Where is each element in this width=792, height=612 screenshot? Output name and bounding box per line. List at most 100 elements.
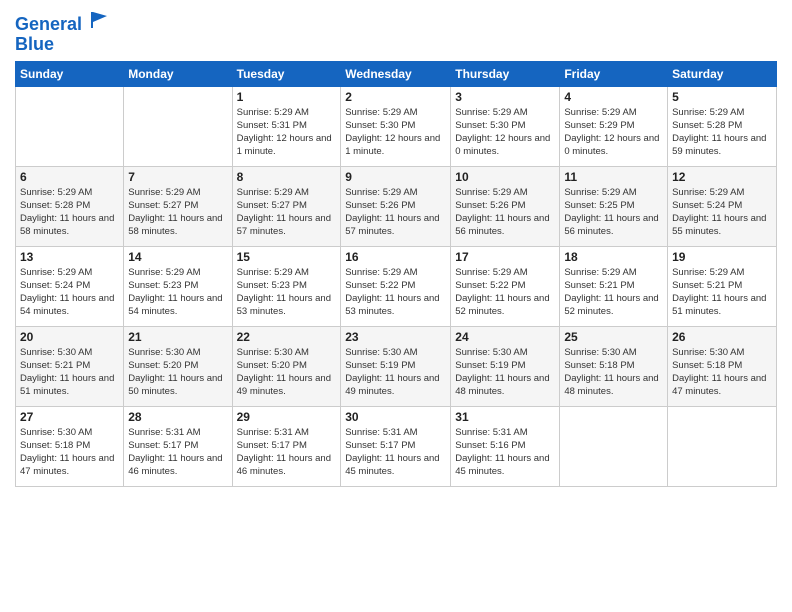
calendar-cell (124, 86, 232, 166)
day-info-line: Daylight: 12 hours and 0 minutes. (564, 132, 663, 159)
day-info-line: Daylight: 11 hours and 51 minutes. (20, 372, 119, 399)
day-info-line: Sunset: 5:24 PM (20, 279, 119, 292)
day-info-line: Daylight: 11 hours and 56 minutes. (455, 212, 555, 239)
calendar-table: SundayMondayTuesdayWednesdayThursdayFrid… (15, 61, 777, 487)
calendar-cell: 17Sunrise: 5:29 AMSunset: 5:22 PMDayligh… (451, 246, 560, 326)
day-info-line: Sunset: 5:20 PM (128, 359, 227, 372)
day-number: 9 (345, 170, 446, 184)
day-info-line: Sunset: 5:19 PM (455, 359, 555, 372)
calendar-header-friday: Friday (560, 61, 668, 86)
day-info-line: Sunrise: 5:29 AM (345, 106, 446, 119)
day-info-line: Sunset: 5:23 PM (237, 279, 337, 292)
calendar-cell: 24Sunrise: 5:30 AMSunset: 5:19 PMDayligh… (451, 326, 560, 406)
calendar-cell: 13Sunrise: 5:29 AMSunset: 5:24 PMDayligh… (16, 246, 124, 326)
calendar-week-row: 1 Sunrise: 5:29 AM Sunset: 5:31 PM Daylight… (16, 86, 777, 166)
day-info-line: Sunrise: 5:29 AM (345, 266, 446, 279)
day-number: 21 (128, 330, 227, 344)
day-info-line: Sunrise: 5:31 AM (345, 426, 446, 439)
logo-flag-icon (89, 10, 111, 30)
calendar-cell: 6Sunrise: 5:29 AMSunset: 5:28 PMDaylight… (16, 166, 124, 246)
day-info-line: Sunset: 5:27 PM (237, 199, 337, 212)
day-info-line: Sunset: 5:16 PM (455, 439, 555, 452)
calendar-header-monday: Monday (124, 61, 232, 86)
day-info-line: Sunset: 5:23 PM (128, 279, 227, 292)
page: General Blue SundayMondayTuesdayWednesda… (0, 0, 792, 612)
day-number: 7 (128, 170, 227, 184)
day-info-line: Sunset: 5:17 PM (345, 439, 446, 452)
day-info-line: Sunrise: 5:29 AM (20, 186, 119, 199)
calendar-cell: 12Sunrise: 5:29 AMSunset: 5:24 PMDayligh… (668, 166, 777, 246)
day-info-line: Sunset: 5:18 PM (564, 359, 663, 372)
calendar-cell: 4Sunrise: 5:29 AMSunset: 5:29 PMDaylight… (560, 86, 668, 166)
calendar-cell: 21Sunrise: 5:30 AMSunset: 5:20 PMDayligh… (124, 326, 232, 406)
day-info-line: Sunset: 5:24 PM (672, 199, 772, 212)
calendar-cell: 20Sunrise: 5:30 AMSunset: 5:21 PMDayligh… (16, 326, 124, 406)
day-info-line: Sunset: 5:22 PM (455, 279, 555, 292)
day-info-line: Sunset: 5:17 PM (128, 439, 227, 452)
calendar-cell: 30 Sunrise: 5:31 AMSunset: 5:17 PMDayligh… (341, 406, 451, 486)
calendar-header-sunday: Sunday (16, 61, 124, 86)
calendar-cell (16, 86, 124, 166)
day-number: 30 (345, 410, 446, 424)
day-info-line: Sunset: 5:20 PM (237, 359, 337, 372)
day-info-line: Sunrise: 5:29 AM (455, 106, 555, 119)
day-number: 10 (455, 170, 555, 184)
day-info-line: Sunset: 5:29 PM (564, 119, 663, 132)
logo-text: General (15, 10, 111, 35)
day-info-line: Sunrise: 5:31 AM (455, 426, 555, 439)
day-info-line: Sunrise: 5:30 AM (237, 346, 337, 359)
day-number: 11 (564, 170, 663, 184)
day-info-line: Sunset: 5:17 PM (237, 439, 337, 452)
day-info-line: Daylight: 11 hours and 45 minutes. (345, 452, 446, 479)
day-number: 17 (455, 250, 555, 264)
day-info-line: Sunrise: 5:29 AM (455, 186, 555, 199)
day-info-line: Sunset: 5:26 PM (455, 199, 555, 212)
calendar-week-row: 6Sunrise: 5:29 AMSunset: 5:28 PMDaylight… (16, 166, 777, 246)
day-info-line: Daylight: 11 hours and 47 minutes. (20, 452, 119, 479)
day-number: 25 (564, 330, 663, 344)
day-info-line: Sunrise: 5:29 AM (564, 106, 663, 119)
day-info-line: Daylight: 11 hours and 49 minutes. (345, 372, 446, 399)
calendar-cell: 22Sunrise: 5:30 AMSunset: 5:20 PMDayligh… (232, 326, 341, 406)
day-info-line: Sunrise: 5:29 AM (672, 106, 772, 119)
logo: General Blue (15, 10, 111, 55)
day-info-line: Sunrise: 5:31 AM (237, 426, 337, 439)
day-info-line: Sunset: 5:18 PM (672, 359, 772, 372)
day-info-line: Daylight: 12 hours and 1 minute. (345, 132, 446, 159)
day-number: 15 (237, 250, 337, 264)
day-info-line: Sunrise: 5:30 AM (20, 346, 119, 359)
day-info-line: Sunset: 5:18 PM (20, 439, 119, 452)
day-number: 1 (237, 90, 337, 104)
calendar-header-row: SundayMondayTuesdayWednesdayThursdayFrid… (16, 61, 777, 86)
day-info-line: Daylight: 11 hours and 46 minutes. (128, 452, 227, 479)
day-number: 14 (128, 250, 227, 264)
day-number: 16 (345, 250, 446, 264)
calendar-cell: 11Sunrise: 5:29 AMSunset: 5:25 PMDayligh… (560, 166, 668, 246)
day-info-line: Daylight: 11 hours and 58 minutes. (128, 212, 227, 239)
day-info-line: Sunrise: 5:30 AM (20, 426, 119, 439)
day-info-line: Sunset: 5:26 PM (345, 199, 446, 212)
logo-blue: Blue (15, 35, 111, 55)
day-info-line: Sunset: 5:31 PM (237, 119, 337, 132)
day-info-line: Sunset: 5:21 PM (20, 359, 119, 372)
calendar-cell (560, 406, 668, 486)
calendar-cell: 23Sunrise: 5:30 AMSunset: 5:19 PMDayligh… (341, 326, 451, 406)
day-info-line: Sunset: 5:21 PM (564, 279, 663, 292)
day-info-line: Sunset: 5:22 PM (345, 279, 446, 292)
calendar-cell: 27Sunrise: 5:30 AMSunset: 5:18 PMDayligh… (16, 406, 124, 486)
calendar-cell: 10 Sunrise: 5:29 AMSunset: 5:26 PMDayligh… (451, 166, 560, 246)
calendar-cell: 19Sunrise: 5:29 AMSunset: 5:21 PMDayligh… (668, 246, 777, 326)
day-info-line: Daylight: 11 hours and 53 minutes. (237, 292, 337, 319)
day-info-line: Sunrise: 5:29 AM (455, 266, 555, 279)
day-number: 8 (237, 170, 337, 184)
day-number: 24 (455, 330, 555, 344)
day-info-line: Sunset: 5:28 PM (672, 119, 772, 132)
calendar-week-row: 27Sunrise: 5:30 AMSunset: 5:18 PMDayligh… (16, 406, 777, 486)
calendar-cell: 14Sunrise: 5:29 AMSunset: 5:23 PMDayligh… (124, 246, 232, 326)
day-info-line: Daylight: 11 hours and 45 minutes. (455, 452, 555, 479)
day-info-line: Sunrise: 5:29 AM (128, 186, 227, 199)
day-info-line: Daylight: 11 hours and 57 minutes. (237, 212, 337, 239)
day-info-line: Sunrise: 5:31 AM (128, 426, 227, 439)
day-info-line: Daylight: 11 hours and 50 minutes. (128, 372, 227, 399)
day-info-line: Daylight: 11 hours and 52 minutes. (564, 292, 663, 319)
